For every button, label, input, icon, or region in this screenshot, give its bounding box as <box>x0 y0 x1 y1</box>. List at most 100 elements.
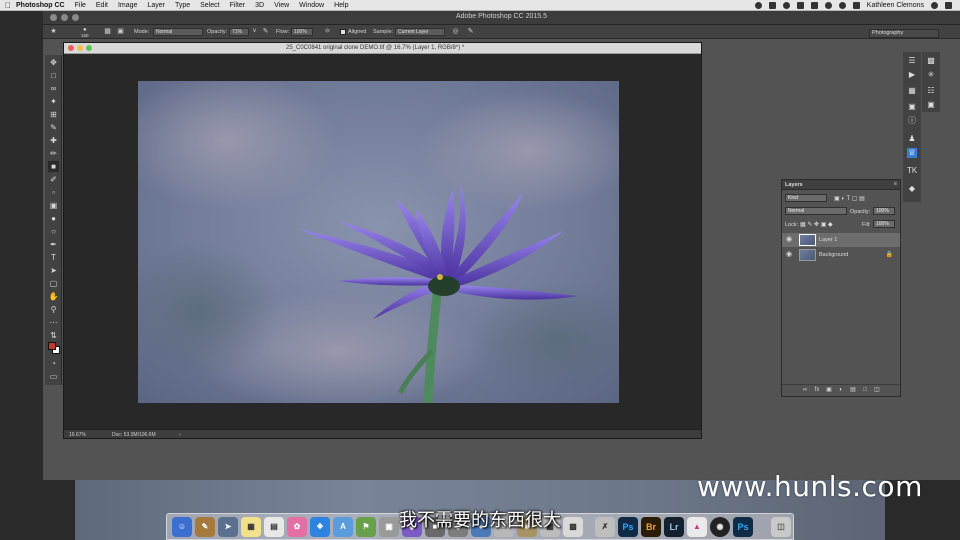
brush-tool-icon[interactable]: ✏ <box>48 148 59 159</box>
type-tool-icon[interactable]: T <box>48 252 59 263</box>
quick-mask-icon[interactable]: ◔ <box>48 358 59 369</box>
blend-mode-select[interactable]: Normal <box>785 207 847 215</box>
libraries-panel-icon[interactable]: ▩ <box>926 56 936 66</box>
document-tab[interactable]: 25_C0C0841 original clone DEMO.tif @ 16.… <box>64 43 701 54</box>
fx-icon[interactable]: fx <box>814 387 821 394</box>
visibility-eye-icon[interactable]: ◉ <box>786 251 792 258</box>
pen-tool-icon[interactable]: ✒ <box>48 239 59 250</box>
doc-zoom-icon[interactable] <box>86 45 92 51</box>
character-panel-icon[interactable]: TK <box>907 166 917 176</box>
wifi-icon[interactable] <box>838 2 846 9</box>
layer-filter-select[interactable]: Kind <box>785 194 827 202</box>
opacity-dropdown-icon[interactable]: ˅ <box>250 28 259 36</box>
document-size[interactable]: Doc: 53.3M/106.6M <box>112 432 156 438</box>
doc-minimize-icon[interactable] <box>77 45 83 51</box>
brush-presets-panel-icon[interactable]: ♕ <box>907 148 917 158</box>
foreground-color-swatch[interactable] <box>48 342 56 350</box>
layer-name[interactable]: Background <box>819 252 848 258</box>
ignore-adjustment-icon[interactable]: ◎ <box>451 28 460 36</box>
zoom-tool-icon[interactable]: ⚲ <box>48 304 59 315</box>
move-tool-icon[interactable]: ✥ <box>48 57 59 68</box>
adjustment-layer-icon[interactable]: ◐ <box>838 387 845 394</box>
new-layer-icon[interactable]: □ <box>862 387 869 394</box>
bluetooth-icon[interactable] <box>824 2 832 9</box>
brush-size[interactable]: 150 <box>81 33 89 38</box>
cloud-icon[interactable] <box>782 2 790 9</box>
menu-filter[interactable]: Filter <box>230 2 246 9</box>
healing-brush-tool-icon[interactable]: ✚ <box>48 135 59 146</box>
filter-type-icons[interactable]: ▣ ◐ T ▢ ▤ <box>834 195 865 202</box>
opacity-input[interactable]: 71% <box>229 28 249 36</box>
eyedropper-tool-icon[interactable]: ✎ <box>48 122 59 133</box>
pressure-opacity-icon[interactable]: ✎ <box>261 28 270 36</box>
dodge-tool-icon[interactable]: ○ <box>48 226 59 237</box>
pressure-size-icon[interactable]: ✎ <box>466 28 475 36</box>
layer-row-background[interactable]: ◉ Background 🔒 <box>782 248 900 262</box>
status-menu-icon[interactable]: › <box>179 432 181 438</box>
path-select-tool-icon[interactable]: ➤ <box>48 265 59 276</box>
delete-layer-icon[interactable]: ◫ <box>874 387 881 394</box>
layers-panel-header[interactable]: Layers ≡ <box>782 180 900 190</box>
swatches-panel-icon[interactable]: ☷ <box>926 86 936 96</box>
dropbox-icon[interactable] <box>768 2 776 9</box>
info-panel-icon[interactable]: ⓘ <box>907 116 917 126</box>
menu-help[interactable]: Help <box>334 2 348 9</box>
menu-edit[interactable]: Edit <box>96 2 108 9</box>
apple-icon[interactable]:  <box>0 1 16 10</box>
lock-options-icons[interactable]: ▦ ✎ ✥ ▣ ◆ <box>800 221 833 228</box>
flow-input[interactable]: 100% <box>291 28 313 36</box>
clone-stamp-tool-icon[interactable]: ■ <box>48 161 59 172</box>
brush-panel-icon[interactable]: ▦ <box>103 28 112 36</box>
quick-select-tool-icon[interactable]: ✦ <box>48 96 59 107</box>
blur-tool-icon[interactable]: ● <box>48 213 59 224</box>
navigator-panel-icon[interactable]: ✳ <box>926 70 936 80</box>
actions-panel-icon[interactable]: ▶ <box>907 70 917 80</box>
workspace-select[interactable]: Photography <box>869 29 939 38</box>
menu-type[interactable]: Type <box>175 2 190 9</box>
menu-layer[interactable]: Layer <box>147 2 165 9</box>
shape-tool-icon[interactable]: ▢ <box>48 278 59 289</box>
lasso-tool-icon[interactable]: ∞ <box>48 83 59 94</box>
add-mask-icon[interactable]: ▣ <box>826 387 833 394</box>
menu-file[interactable]: File <box>75 2 86 9</box>
menu-image[interactable]: Image <box>118 2 137 9</box>
properties-panel-icon[interactable]: ▦ <box>907 86 917 96</box>
marquee-tool-icon[interactable]: □ <box>48 70 59 81</box>
layer-row-layer-1[interactable]: ◉ Layer 1 <box>782 233 900 247</box>
history-brush-tool-icon[interactable]: ✐ <box>48 174 59 185</box>
styles-panel-icon[interactable]: ▣ <box>926 100 936 110</box>
gradient-tool-icon[interactable]: ▣ <box>48 200 59 211</box>
status-icon[interactable] <box>754 2 762 9</box>
download-icon[interactable] <box>796 2 804 9</box>
clone-source-icon[interactable]: ▣ <box>116 28 125 36</box>
adjustments-panel-icon[interactable]: ▣ <box>907 102 917 112</box>
user-name[interactable]: Kathleen Clemons <box>867 2 924 9</box>
visibility-eye-icon[interactable]: ◉ <box>786 236 792 243</box>
more-tools-icon[interactable]: ⋯ <box>48 317 59 328</box>
swap-colors-icon[interactable]: ⇅ <box>48 330 59 341</box>
layer-name[interactable]: Layer 1 <box>819 237 837 243</box>
menu-view[interactable]: View <box>274 2 289 9</box>
zoom-level[interactable]: 16.67% <box>69 432 86 438</box>
doc-close-icon[interactable] <box>68 45 74 51</box>
link-layers-icon[interactable]: ∞ <box>802 387 809 394</box>
battery-icon[interactable] <box>852 2 860 9</box>
menu-window[interactable]: Window <box>299 2 324 9</box>
menu-select[interactable]: Select <box>200 2 219 9</box>
layer-opacity-input[interactable]: 100% <box>873 207 895 215</box>
clone-source-panel-icon[interactable]: ♟ <box>907 134 917 144</box>
panel-menu-icon[interactable]: ≡ <box>894 181 897 187</box>
clone-stamp-tool-icon[interactable]: ★ <box>49 28 58 36</box>
menu-app-name[interactable]: Photoshop CC <box>16 2 65 9</box>
fill-input[interactable]: 100% <box>873 220 895 228</box>
mode-select[interactable]: Normal <box>153 28 203 36</box>
layers-panel-icon[interactable]: ◆ <box>907 184 917 194</box>
sample-select[interactable]: Current Layer <box>395 28 445 36</box>
airplay-icon[interactable] <box>810 2 818 9</box>
search-icon[interactable] <box>931 2 938 9</box>
aligned-checkbox[interactable] <box>340 29 346 35</box>
history-panel-icon[interactable]: ☰ <box>907 56 917 66</box>
screen-mode-icon[interactable]: ▭ <box>48 371 59 382</box>
menu-3d[interactable]: 3D <box>255 2 264 9</box>
airbrush-icon[interactable]: ⚛ <box>323 28 332 36</box>
